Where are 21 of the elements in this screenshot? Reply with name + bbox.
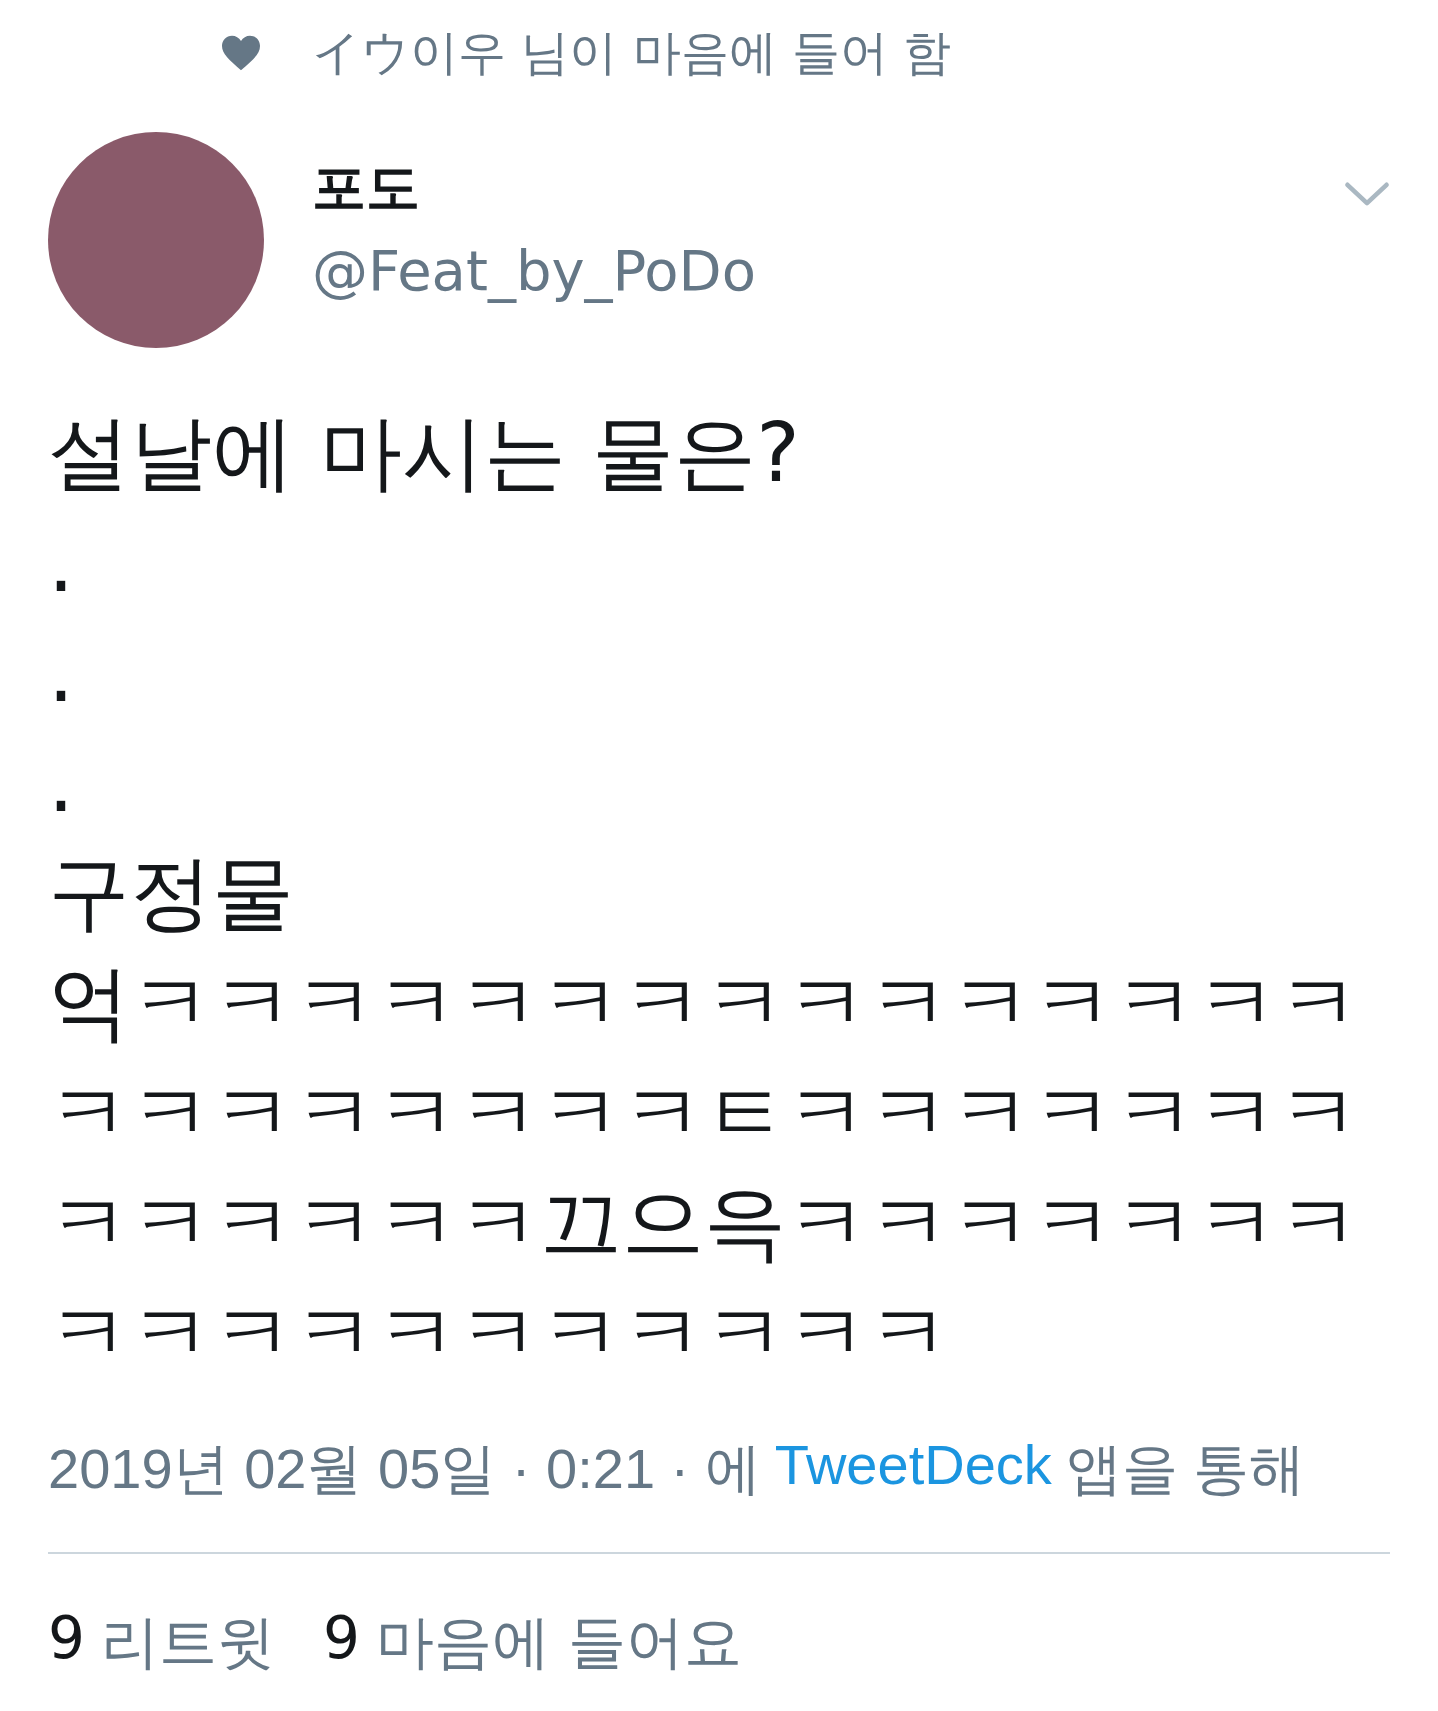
stat-label[interactable]: 리트윗 bbox=[100, 1604, 275, 1682]
display-name: 포도 bbox=[312, 156, 421, 221]
user-handle: @Feat_by_PoDo bbox=[312, 236, 756, 304]
social-context: イウ이우 님이 마음에 들어 함 bbox=[312, 23, 952, 82]
heart-icon bbox=[220, 34, 262, 72]
chevron-down-icon[interactable] bbox=[1344, 180, 1390, 208]
tweet-text-line: . bbox=[48, 734, 76, 832]
tweet-text-line: ㅋㅋㅋㅋㅋㅋㅋㅋㅌㅋㅋㅋㅋㅋㅋㅋ bbox=[48, 1064, 1361, 1162]
tweet-text-line: 구정물 bbox=[48, 844, 295, 942]
stat-count: 9 bbox=[48, 1604, 85, 1674]
tweet-text-line: ㅋㅋㅋㅋㅋㅋ끄으윽ㅋㅋㅋㅋㅋㅋㅋ bbox=[48, 1174, 1361, 1272]
source-link[interactable]: TweetDeck bbox=[774, 1432, 1052, 1508]
timestamp: 2019년 02월 05일 · 0:21 · 에 bbox=[48, 1436, 761, 1502]
tweet-text-line: 설날에 마시는 물은? bbox=[48, 404, 801, 502]
tweet-text-line: . bbox=[48, 514, 76, 612]
source-suffix: 앱을 통해 bbox=[1065, 1436, 1306, 1502]
tweet-text-line: . bbox=[48, 624, 76, 722]
stat-label[interactable]: 마음에 들어요 bbox=[375, 1604, 743, 1682]
stat-count: 9 bbox=[322, 1604, 360, 1674]
tweet-text-line: 억ㅋㅋㅋㅋㅋㅋㅋㅋㅋㅋㅋㅋㅋㅋㅋ bbox=[48, 954, 1361, 1052]
tweet-text-line: ㅋㅋㅋㅋㅋㅋㅋㅋㅋㅋㅋ bbox=[48, 1284, 951, 1382]
